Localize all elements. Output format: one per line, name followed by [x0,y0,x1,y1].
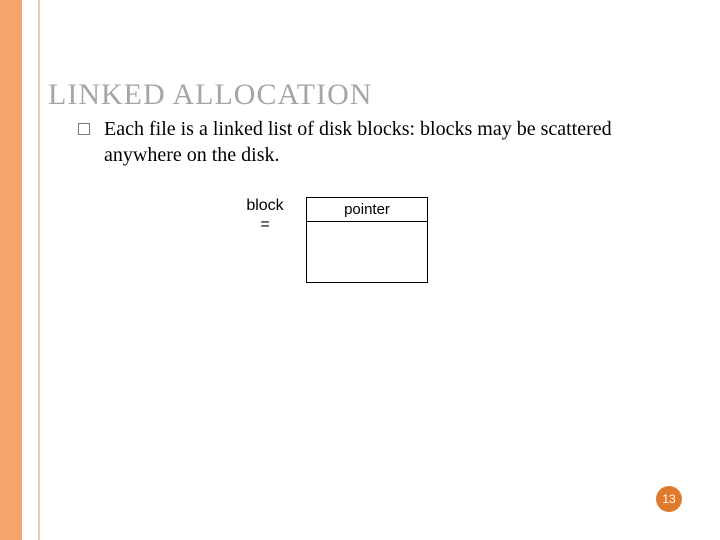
accent-line [38,0,40,540]
slide-title: LINKED ALLOCATION [48,78,372,112]
page-number-badge: 13 [656,486,682,512]
block-label-line2: = [260,216,269,233]
block-diagram: pointer [306,197,428,283]
block-label: block = [240,196,290,234]
bullet-marker [78,123,90,135]
accent-sidebar [0,0,22,540]
block-pointer-cell: pointer [307,198,427,222]
block-label-line1: block [246,197,283,214]
bullet-text: Each file is a linked list of disk block… [104,116,680,168]
bullet-item: Each file is a linked list of disk block… [78,116,680,168]
block-body-cell [307,222,427,282]
